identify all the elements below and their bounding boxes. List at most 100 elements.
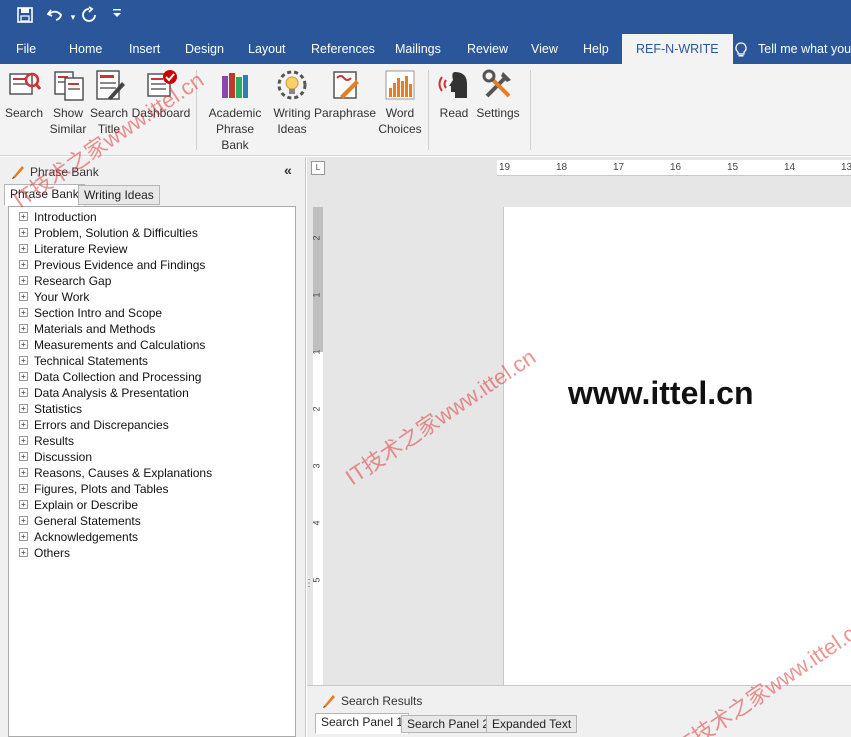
tree-item[interactable]: + Measurements and Calculations xyxy=(19,337,205,353)
word-window: ▾ File Home Insert Design Layout Referen… xyxy=(0,0,851,737)
tree-item[interactable]: + Your Work xyxy=(19,289,89,305)
tree-item[interactable]: + Section Intro and Scope xyxy=(19,305,162,321)
expand-icon[interactable]: + xyxy=(19,388,28,398)
expand-icon[interactable]: + xyxy=(19,452,28,462)
expand-icon[interactable]: + xyxy=(19,260,28,270)
expand-icon[interactable]: + xyxy=(19,436,28,446)
tab-search-panel-1[interactable]: Search Panel 1 xyxy=(315,713,410,734)
tree-item-label: Literature Review xyxy=(34,242,128,256)
tab-stop-selector[interactable]: L xyxy=(311,161,325,175)
document-page[interactable]: www.ittel.cn xyxy=(503,207,851,685)
pane-splitter-handle[interactable]: ⋮ xyxy=(304,578,314,589)
writing-ideas-label-2: Ideas xyxy=(277,122,307,136)
expand-icon[interactable]: + xyxy=(19,292,28,302)
expand-icon[interactable]: + xyxy=(19,420,28,430)
tree-item[interactable]: + Others xyxy=(19,545,70,561)
vertical-ruler[interactable]: 2112345 xyxy=(311,207,323,685)
word-choices-button[interactable]: Word Choices xyxy=(378,68,422,137)
tree-item[interactable]: + Errors and Discrepancies xyxy=(19,417,169,433)
expand-icon[interactable]: + xyxy=(19,484,28,494)
tree-item[interactable]: + Figures, Plots and Tables xyxy=(19,481,169,497)
writing-ideas-button[interactable]: Writing Ideas xyxy=(270,68,314,137)
ruler-tick-label: 14 xyxy=(784,162,796,173)
tree-item[interactable]: + Data Collection and Processing xyxy=(19,369,201,385)
tree-item[interactable]: + Acknowledgements xyxy=(19,529,138,545)
tab-search-panel-2[interactable]: Search Panel 2 xyxy=(401,715,496,733)
expand-icon[interactable]: + xyxy=(19,308,28,318)
tree-item-label: Technical Statements xyxy=(34,354,149,368)
tree-item-label: Materials and Methods xyxy=(34,322,156,336)
expand-icon[interactable]: + xyxy=(19,244,28,254)
tree-item-label: Section Intro and Scope xyxy=(34,306,163,320)
tree-item[interactable]: + Reasons, Causes & Explanations xyxy=(19,465,212,481)
expand-icon[interactable]: + xyxy=(19,500,28,510)
tab-insert[interactable]: Insert xyxy=(129,34,160,64)
tree-item-label: Others xyxy=(34,546,71,560)
tree-item[interactable]: + Previous Evidence and Findings xyxy=(19,257,205,273)
read-label: Read xyxy=(439,106,469,120)
search-button[interactable]: Search xyxy=(4,68,44,121)
ruler-tick-label: 2 xyxy=(311,406,322,412)
customize-qat-icon[interactable] xyxy=(106,6,128,28)
expand-icon[interactable]: + xyxy=(19,356,28,366)
expand-icon[interactable]: + xyxy=(19,276,28,286)
collapse-pane-button[interactable]: « xyxy=(284,162,292,178)
tab-design[interactable]: Design xyxy=(185,34,224,64)
paraphrase-label: Paraphrase xyxy=(314,106,377,120)
tab-expanded-text[interactable]: Expanded Text xyxy=(486,715,578,733)
redo-icon[interactable] xyxy=(78,6,100,28)
tree-item[interactable]: + Introduction xyxy=(19,209,97,225)
tree-item-label: Measurements and Calculations xyxy=(34,338,206,352)
tree-item[interactable]: + Explain or Describe xyxy=(19,497,138,513)
expand-icon[interactable]: + xyxy=(19,404,28,414)
expand-icon[interactable]: + xyxy=(19,532,28,542)
ruler-tick-label: 1 xyxy=(311,349,322,355)
tree-item[interactable]: + Data Analysis & Presentation xyxy=(19,385,189,401)
word-choices-label-2: Choices xyxy=(378,122,422,136)
tree-item[interactable]: + Materials and Methods xyxy=(19,321,155,337)
tell-me-label: Tell me what you xyxy=(758,42,851,56)
tree-item[interactable]: + Literature Review xyxy=(19,241,127,257)
books-icon xyxy=(222,73,248,98)
ruler-tick-label: 13 xyxy=(841,162,851,173)
tab-help[interactable]: Help xyxy=(583,34,609,64)
tab-home[interactable]: Home xyxy=(69,34,102,64)
tell-me-search[interactable]: Tell me what you xyxy=(734,34,851,64)
pen-icon xyxy=(323,695,335,708)
tab-review[interactable]: Review xyxy=(467,34,508,64)
ruler-tick-label: 1 xyxy=(311,292,322,298)
tab-writing-ideas[interactable]: Writing Ideas xyxy=(78,185,160,205)
speaking-head-icon xyxy=(438,72,467,98)
tab-ref-n-write[interactable]: REF-N-WRITE xyxy=(622,34,733,64)
tree-item[interactable]: + General Statements xyxy=(19,513,141,529)
academic-label-2: Phrase Bank xyxy=(215,122,255,152)
ruler-tick-label: 3 xyxy=(311,463,322,469)
paraphrase-button[interactable]: Paraphrase xyxy=(314,68,376,121)
tab-layout[interactable]: Layout xyxy=(248,34,286,64)
expand-icon[interactable]: + xyxy=(19,516,28,526)
search-label: Search xyxy=(4,106,44,120)
tree-item[interactable]: + Results xyxy=(19,433,74,449)
quick-access-toolbar: ▾ xyxy=(0,0,851,34)
tree-item[interactable]: + Technical Statements xyxy=(19,353,148,369)
settings-button[interactable]: Settings xyxy=(474,68,522,121)
expand-icon[interactable]: + xyxy=(19,372,28,382)
show-similar-button[interactable]: Show Similar xyxy=(48,68,88,137)
expand-icon[interactable]: + xyxy=(19,228,28,238)
tree-item[interactable]: + Research Gap xyxy=(19,273,111,289)
tree-item[interactable]: + Statistics xyxy=(19,401,82,417)
expand-icon[interactable]: + xyxy=(19,468,28,478)
expand-icon[interactable]: + xyxy=(19,324,28,334)
expand-icon[interactable]: + xyxy=(19,548,28,558)
tab-file[interactable]: File xyxy=(16,34,36,64)
tab-mailings[interactable]: Mailings xyxy=(395,34,441,64)
tab-view[interactable]: View xyxy=(531,34,558,64)
tree-item[interactable]: + Problem, Solution & Difficulties xyxy=(19,225,198,241)
academic-phrase-bank-button[interactable]: Academic Phrase Bank xyxy=(202,68,268,153)
save-icon[interactable] xyxy=(14,6,36,28)
read-button[interactable]: Read xyxy=(434,68,474,121)
expand-icon[interactable]: + xyxy=(19,340,28,350)
tab-references[interactable]: References xyxy=(311,34,375,64)
tree-item[interactable]: + Discussion xyxy=(19,449,92,465)
horizontal-ruler[interactable]: 19 18 17 16 15 14 13 xyxy=(497,160,851,176)
